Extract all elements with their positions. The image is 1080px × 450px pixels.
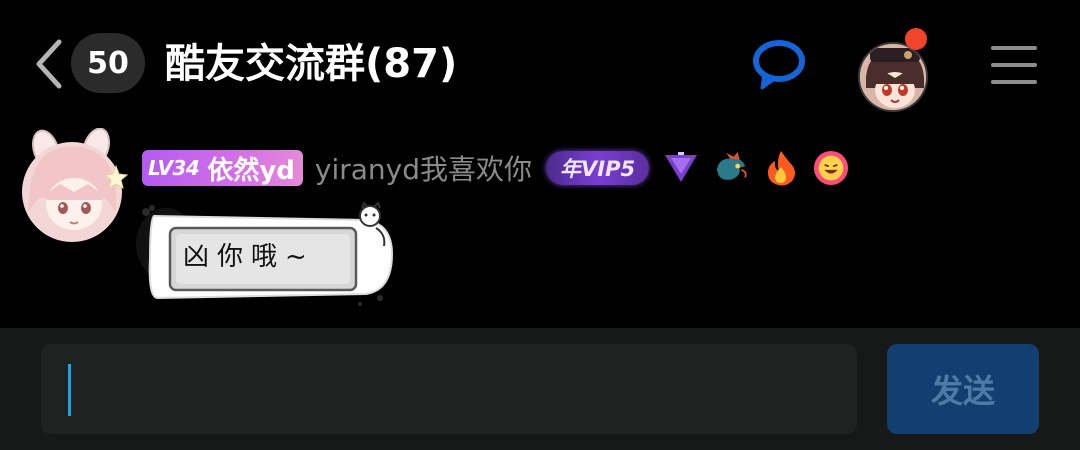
group-chat-screen: 50 酷友交流群(87) LV34 依然yd yiranyd我喜欢你 年VIP5… — [0, 0, 1080, 450]
send-button[interactable]: 发送 — [887, 344, 1039, 434]
sender-avatar-image — [22, 127, 129, 242]
level-label: LV34 — [148, 156, 200, 180]
sender-info-row: LV34 依然yd yiranyd我喜欢你 年VIP5 — [142, 148, 849, 188]
level-badge[interactable]: LV34 依然yd — [142, 150, 303, 186]
sender-avatar[interactable] — [20, 127, 129, 246]
hamburger-menu-icon — [991, 46, 1037, 50]
chevron-left-icon — [36, 39, 62, 89]
vip-badge[interactable]: 年VIP5 — [546, 151, 650, 185]
message-text: 凶你哦~ — [183, 242, 315, 272]
purple-triangle-icon — [663, 150, 699, 186]
text-caret — [68, 364, 71, 416]
message-input[interactable] — [41, 344, 857, 434]
chat-bubble-icon — [753, 40, 805, 90]
page-title: 酷友交流群(87) — [165, 41, 458, 87]
menu-button[interactable] — [991, 46, 1037, 84]
my-avatar[interactable] — [858, 42, 928, 112]
dragon-icon — [713, 150, 749, 186]
chat-header: 50 酷友交流群(87) — [0, 0, 1080, 125]
back-button[interactable] — [28, 34, 68, 94]
sender-nickname: 依然yd — [207, 155, 295, 186]
grinning-face-icon — [813, 150, 849, 186]
sender-username[interactable]: yiranyd我喜欢你 — [315, 148, 532, 188]
chat-bubble-button[interactable] — [750, 36, 810, 92]
notification-dot — [905, 28, 927, 50]
unread-count-badge[interactable]: 50 — [71, 33, 145, 93]
fire-icon — [763, 150, 799, 186]
avatar-character-image — [860, 44, 926, 110]
